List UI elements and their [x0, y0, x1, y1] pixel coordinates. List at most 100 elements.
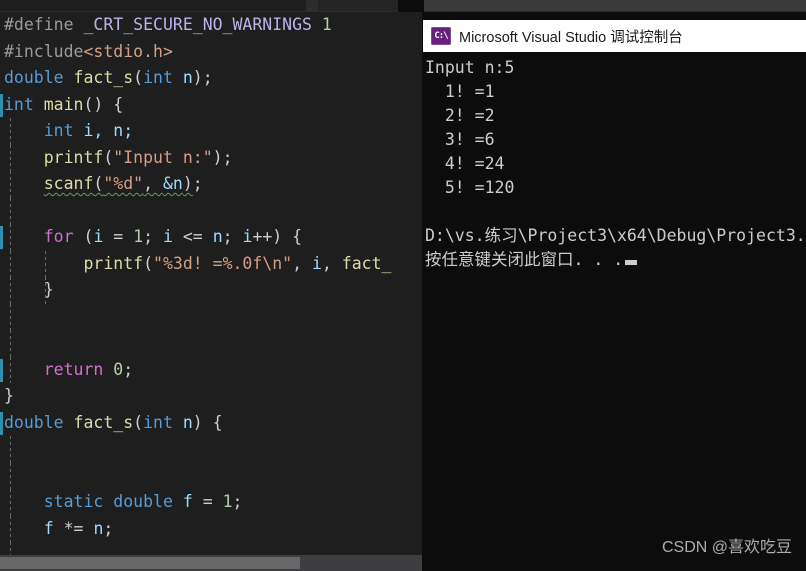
top-strip	[0, 0, 806, 12]
code-token: ;	[123, 359, 134, 379]
console-output-line: Input n:5	[425, 56, 806, 80]
code-token: int	[4, 94, 34, 114]
code-token: i	[242, 227, 253, 246]
code-token: double	[4, 412, 64, 432]
code-token: (	[93, 174, 104, 193]
code-token: n	[172, 412, 193, 432]
code-token: i	[311, 253, 322, 273]
code-editor-text-area[interactable]: #define _CRT_SECURE_NO_WARNINGS 1 #includ…	[0, 12, 422, 555]
code-line[interactable]: double fact_s(int n) {	[0, 410, 422, 437]
debug-console-window[interactable]: C:\ Microsoft Visual Studio 调试控制台 Input …	[423, 20, 806, 571]
code-token: ;	[143, 227, 163, 246]
code-line[interactable]: int i, n;	[0, 118, 422, 145]
code-token: scanf	[43, 174, 94, 193]
code-token: double	[113, 492, 173, 511]
code-line[interactable]: scanf("%d", &n);	[0, 171, 422, 198]
editor-horizontal-scrollbar[interactable]	[0, 555, 422, 571]
code-line[interactable]	[0, 197, 422, 224]
code-line[interactable]: printf("%3d! =%.0f\n", i, fact_	[0, 250, 422, 277]
indent-guide	[10, 515, 11, 542]
code-line-text: }	[0, 383, 14, 410]
console-output-line: 按任意键关闭此窗口. . .	[425, 248, 806, 272]
code-token: ;	[103, 518, 114, 538]
code-token: ,	[143, 174, 163, 193]
code-token: double	[4, 68, 64, 87]
code-token: n	[172, 68, 193, 87]
indent-guide	[45, 250, 46, 277]
code-line[interactable]: return 0;	[0, 356, 422, 384]
code-token: (	[73, 227, 94, 246]
code-line[interactable]: }	[0, 277, 422, 304]
code-line[interactable]: for (i = 1; i <= n; i++) {	[0, 224, 422, 251]
code-line-text: double fact_s(int n);	[0, 65, 213, 92]
console-output-line: 3! =6	[425, 128, 806, 152]
indent-guide	[10, 436, 11, 463]
console-output-area[interactable]: Input n:5 1! =1 2! =2 3! =6 4! =24 5! =1…	[423, 52, 806, 571]
code-line-text: double fact_s(int n) {	[0, 410, 223, 437]
code-token: "%3d! =%.0f\n"	[153, 253, 293, 273]
console-output-text: D:\vs.练习\Project3\x64\Debug\Project3.	[425, 226, 806, 245]
indent-guide	[10, 330, 11, 357]
console-output-text: 5! =120	[425, 178, 515, 197]
top-strip-ghost-text	[610, 0, 730, 8]
code-line[interactable]: #define _CRT_SECURE_NO_WARNINGS 1	[0, 12, 422, 39]
code-line-text: #define _CRT_SECURE_NO_WARNINGS 1	[0, 12, 332, 39]
code-line[interactable]: }	[0, 383, 422, 410]
code-token: #include	[4, 41, 84, 61]
code-line[interactable]: #include<stdio.h>	[0, 39, 422, 66]
code-token: #define	[4, 15, 84, 34]
code-line[interactable]: printf("Input n:");	[0, 144, 422, 171]
editor-scrollbar-thumb[interactable]	[0, 557, 300, 569]
code-token: "Input n:"	[113, 147, 213, 167]
code-token: fact_	[341, 253, 392, 273]
code-line[interactable]	[0, 462, 422, 489]
code-line[interactable]: f *= n;	[0, 515, 422, 542]
code-token: }	[4, 280, 54, 299]
console-output-text: 2! =2	[425, 106, 495, 125]
code-token: =	[103, 227, 134, 246]
indent-guide	[10, 118, 11, 145]
screen-root: #define _CRT_SECURE_NO_WARNINGS 1 #includ…	[0, 0, 806, 571]
code-line[interactable]: static double f = 1;	[0, 489, 422, 516]
console-output-text: 按任意键关闭此窗口. . .	[425, 250, 624, 269]
code-token: }	[4, 386, 14, 405]
console-title-bar[interactable]: C:\ Microsoft Visual Studio 调试控制台	[423, 20, 806, 52]
code-line-text: return 0;	[0, 357, 133, 384]
code-token: ++) {	[252, 227, 303, 246]
code-token: 1	[222, 492, 233, 511]
code-editor[interactable]: #define _CRT_SECURE_NO_WARNINGS 1 #includ…	[0, 12, 422, 571]
code-token: f	[182, 492, 193, 511]
indent-guide	[10, 171, 11, 198]
top-strip-tab-area	[0, 0, 306, 11]
console-app-icon-label: C:\	[434, 31, 448, 41]
code-line[interactable]	[0, 542, 422, 555]
code-token: *=	[53, 518, 94, 538]
console-output-line: 4! =24	[425, 152, 806, 176]
indent-guide	[10, 224, 11, 251]
code-token: static	[43, 492, 104, 511]
code-line[interactable]: double fact_s(int n);	[0, 65, 422, 92]
code-token: fact_s	[73, 412, 134, 432]
code-token: n	[93, 518, 104, 538]
code-line[interactable]: int main() {	[0, 92, 422, 119]
code-token: )	[182, 174, 193, 193]
console-output-line: 5! =120	[425, 176, 806, 200]
code-line[interactable]	[0, 303, 422, 330]
code-token: i	[93, 227, 104, 246]
code-token: ;	[222, 227, 243, 246]
code-token: _CRT_SECURE_NO_WARNINGS	[83, 15, 312, 34]
console-output-text: Input n:5	[425, 58, 515, 77]
code-line[interactable]	[0, 330, 422, 357]
top-strip-gap	[398, 0, 424, 12]
code-token: <=	[172, 227, 213, 246]
code-line-text: for (i = 1; i <= n; i++) {	[0, 224, 302, 251]
code-token: =	[192, 492, 223, 511]
code-token: &n	[162, 174, 183, 193]
code-line[interactable]	[0, 436, 422, 463]
indent-guide	[10, 542, 11, 555]
code-token: );	[212, 147, 233, 167]
code-line-text: static double f = 1;	[0, 489, 243, 516]
